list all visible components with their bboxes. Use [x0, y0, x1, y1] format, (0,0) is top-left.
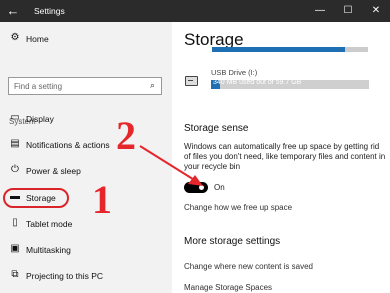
main-content: Storage USB Drive (I:) 340 MB used out o… — [172, 22, 390, 293]
minimize-icon[interactable]: — — [306, 0, 334, 22]
tablet-mode-icon: ▯ — [12, 217, 18, 228]
search-box[interactable]: ⌕ — [8, 77, 162, 95]
storage-highlight-circle — [3, 188, 69, 208]
manage-storage-spaces-link[interactable]: Manage Storage Spaces — [184, 283, 272, 292]
maximize-icon[interactable]: ☐ — [334, 0, 362, 22]
toggle-state-label: On — [214, 183, 225, 192]
display-icon: ▭ — [10, 112, 20, 123]
sidebar-item-notifications[interactable]: ▤ Notifications & actions — [0, 135, 172, 155]
sidebar-item-tablet-mode[interactable]: ▯ Tablet mode — [0, 214, 172, 234]
sidebar-item-home[interactable]: ⚙ Home — [0, 29, 172, 49]
title-bar: ← Settings — ☐ ✕ — [0, 0, 390, 22]
annotation-number-1: 1 — [92, 177, 112, 222]
projecting-icon: ⧉ — [11, 269, 19, 280]
sidebar-item-label: Tablet mode — [26, 219, 73, 229]
drive-usage-fill — [212, 47, 345, 52]
storage-sense-toggle[interactable] — [184, 182, 208, 193]
notifications-icon: ▤ — [10, 138, 20, 149]
sidebar-item-projecting[interactable]: ⧉ Projecting to this PC — [0, 266, 172, 286]
multitasking-icon: ▣ — [10, 243, 20, 254]
more-storage-heading: More storage settings — [184, 236, 281, 247]
home-label: Home — [26, 34, 49, 44]
sidebar-item-label: Projecting to this PC — [26, 271, 104, 281]
storage-sense-description: Windows can automatically free up space … — [184, 142, 386, 171]
change-free-up-link[interactable]: Change how we free up space — [184, 203, 292, 212]
window-title: Settings — [34, 6, 65, 16]
toggle-knob — [199, 185, 204, 190]
sidebar-item-label: Notifications & actions — [26, 140, 110, 150]
power-icon: ⏻ — [11, 164, 19, 175]
sidebar-item-multitasking[interactable]: ▣ Multitasking — [0, 240, 172, 260]
usb-drive-icon — [185, 76, 198, 86]
annotation-number-2: 2 — [116, 113, 136, 158]
drive-usage-bar — [212, 47, 368, 52]
change-save-location-link[interactable]: Change where new content is saved — [184, 262, 313, 271]
gear-icon: ⚙ — [10, 32, 20, 43]
search-icon[interactable]: ⌕ — [150, 80, 155, 91]
sidebar-item-power[interactable]: ⏻ Power & sleep — [0, 161, 172, 181]
sidebar-item-display[interactable]: ▭ Display — [0, 109, 172, 129]
drive-usage-text: 340 MB used out of 59.7 GB — [213, 79, 302, 86]
sidebar: ⚙ Home ⌕ System ▭ Display ▤ Notification… — [0, 22, 172, 293]
drive-name[interactable]: USB Drive (I:) — [211, 68, 257, 77]
close-icon[interactable]: ✕ — [362, 0, 390, 22]
sidebar-item-label: Multitasking — [26, 245, 71, 255]
sidebar-item-label: Power & sleep — [26, 166, 81, 176]
sidebar-item-label: Display — [26, 114, 54, 124]
search-input[interactable] — [14, 78, 140, 94]
storage-sense-heading: Storage sense — [184, 123, 249, 134]
back-arrow-icon[interactable]: ← — [2, 0, 24, 22]
